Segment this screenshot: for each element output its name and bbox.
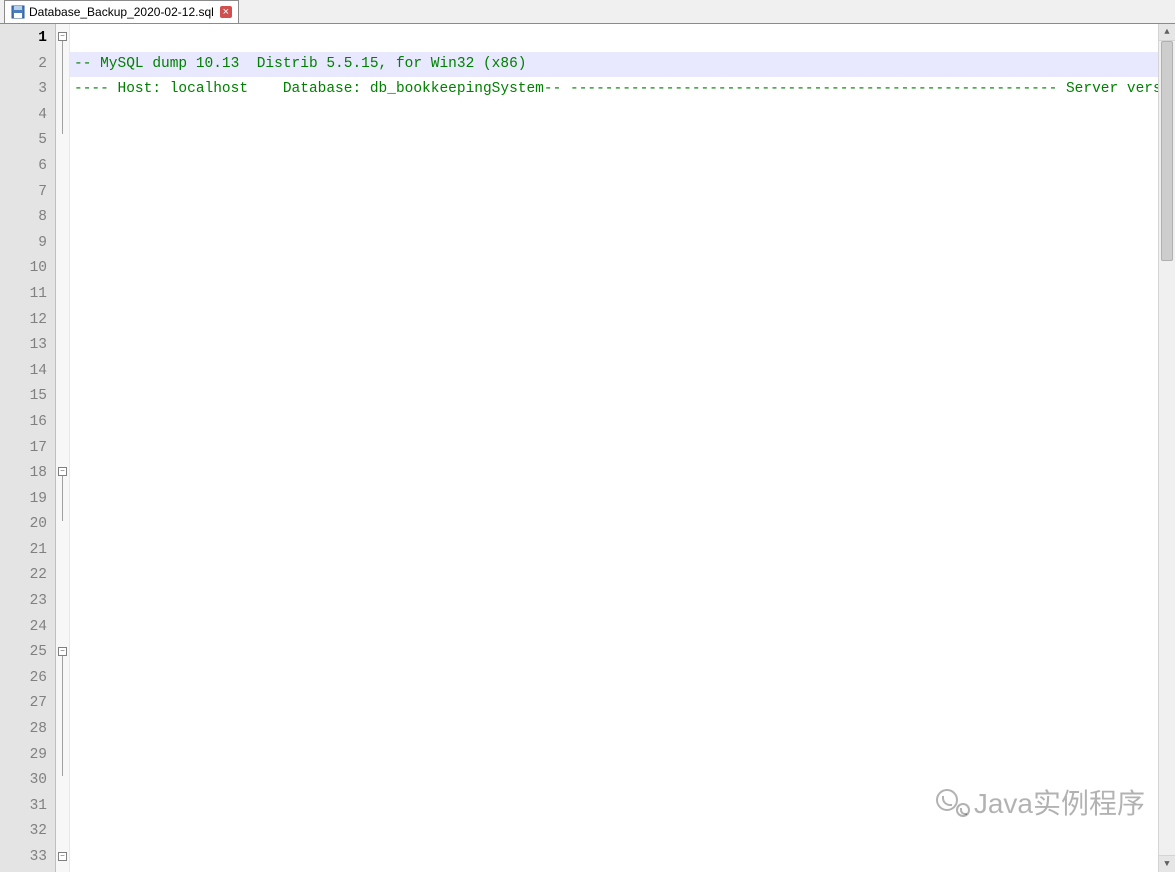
file-tab[interactable]: Database_Backup_2020-02-12.sql	[4, 0, 239, 23]
line-number: 3	[0, 77, 47, 103]
line-number: 27	[0, 691, 47, 717]
line-number: 7	[0, 180, 47, 206]
line-number: 18	[0, 461, 47, 487]
line-number: 8	[0, 205, 47, 231]
line-number: 14	[0, 359, 47, 385]
tab-filename: Database_Backup_2020-02-12.sql	[29, 5, 214, 19]
line-number: 23	[0, 589, 47, 615]
line-number: 20	[0, 512, 47, 538]
line-number: 32	[0, 819, 47, 845]
line-number: 26	[0, 666, 47, 692]
line-number: 17	[0, 436, 47, 462]
line-number: 30	[0, 768, 47, 794]
fold-toggle-icon[interactable]: −	[58, 467, 67, 476]
line-number: 5	[0, 128, 47, 154]
line-number: 29	[0, 743, 47, 769]
fold-line	[62, 41, 63, 134]
line-number: 13	[0, 333, 47, 359]
line-number: 31	[0, 794, 47, 820]
line-number: 19	[0, 487, 47, 513]
code-area[interactable]: -- MySQL dump 10.13 Distrib 5.5.15, for …	[70, 24, 1175, 872]
code-line: -- -------------------------------------…	[544, 81, 1040, 97]
line-number: 24	[0, 615, 47, 641]
line-number: 11	[0, 282, 47, 308]
tab-bar: Database_Backup_2020-02-12.sql	[0, 0, 1175, 24]
line-number: 12	[0, 308, 47, 334]
fold-toggle-icon[interactable]: −	[58, 32, 67, 41]
code-line: -- MySQL dump 10.13 Distrib 5.5.15, for …	[74, 56, 526, 72]
code-line: -- Server version 5.5.15	[1040, 81, 1175, 97]
line-number: 22	[0, 563, 47, 589]
code-line: --	[74, 81, 91, 97]
fold-toggle-icon[interactable]: −	[58, 647, 67, 656]
line-number: 4	[0, 103, 47, 129]
fold-toggle-icon[interactable]: −	[58, 852, 67, 861]
code-line: -- Host: localhost Database: db_bookkeep…	[91, 81, 543, 97]
code-editor[interactable]: 1 2 3 4 5 6 7 8 9 10 11 12 13 14 15 16 1…	[0, 24, 1175, 872]
scroll-up-icon[interactable]: ▲	[1159, 24, 1175, 41]
line-number: 6	[0, 154, 47, 180]
line-number: 16	[0, 410, 47, 436]
line-number: 15	[0, 384, 47, 410]
disk-icon	[11, 5, 25, 19]
fold-line	[62, 476, 63, 521]
fold-column: − − − −	[56, 24, 70, 872]
line-number: 1	[0, 26, 47, 52]
line-number: 21	[0, 538, 47, 564]
close-icon[interactable]	[220, 6, 232, 18]
line-number: 28	[0, 717, 47, 743]
scroll-thumb[interactable]	[1161, 41, 1173, 261]
line-number: 9	[0, 231, 47, 257]
vertical-scrollbar[interactable]: ▲ ▼	[1158, 24, 1175, 872]
line-number: 10	[0, 256, 47, 282]
line-number: 33	[0, 845, 47, 871]
line-number: 2	[0, 52, 47, 78]
fold-line	[62, 656, 63, 776]
scroll-down-icon[interactable]: ▼	[1159, 855, 1175, 872]
line-number: 25	[0, 640, 47, 666]
line-number-gutter: 1 2 3 4 5 6 7 8 9 10 11 12 13 14 15 16 1…	[0, 24, 56, 872]
